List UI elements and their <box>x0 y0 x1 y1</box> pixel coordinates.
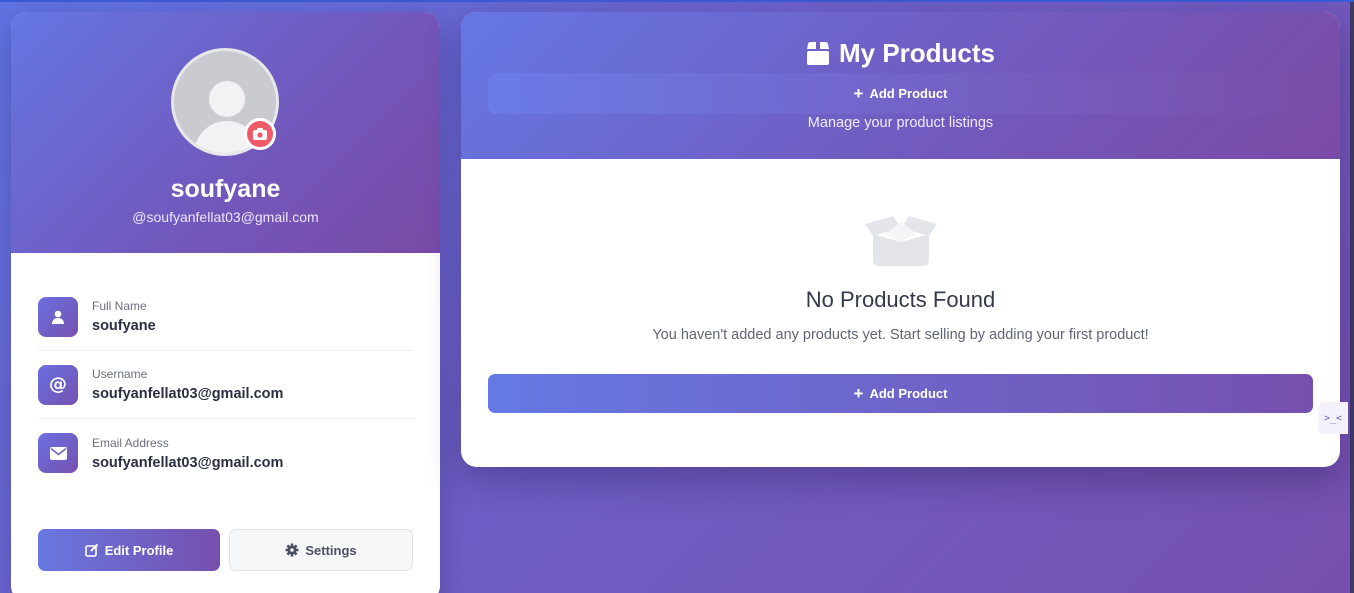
products-header: My Products + Add Product Manage your pr… <box>461 12 1340 159</box>
edit-profile-button[interactable]: Edit Profile <box>38 529 220 571</box>
info-label: Full Name <box>92 299 147 313</box>
user-icon <box>38 296 78 337</box>
info-row-full-name: Full Name soufyane <box>38 283 413 351</box>
header-add-product-label: Add Product <box>869 86 948 101</box>
edit-icon <box>84 543 98 557</box>
info-label: Username <box>92 367 148 381</box>
profile-info-list: Full Name soufyane @ Username soufyanfel… <box>38 283 413 487</box>
empty-title: No Products Found <box>805 287 996 312</box>
add-product-label: Add Product <box>869 386 948 401</box>
add-product-button[interactable]: + Add Product <box>488 374 1313 413</box>
side-widget-label: >_< <box>1323 412 1343 424</box>
profile-name: soufyane <box>170 175 281 203</box>
empty-message: You haven't added any products yet. Star… <box>652 327 1149 343</box>
settings-button[interactable]: Settings <box>229 529 413 571</box>
info-value: soufyanfellat03@gmail.com <box>92 386 284 402</box>
info-row-username: @ Username soufyanfellat03@gmail.com <box>38 351 413 419</box>
window-edge <box>1350 2 1354 593</box>
plus-icon: + <box>853 84 864 103</box>
empty-box-icon <box>865 216 937 266</box>
envelope-icon <box>38 433 78 473</box>
profile-actions: Edit Profile Settings <box>38 529 413 571</box>
box-icon <box>806 42 829 65</box>
products-title-text: My Products <box>838 38 996 68</box>
info-value: soufyanfellat03@gmail.com <box>92 454 284 471</box>
plus-icon: + <box>853 384 864 403</box>
header-add-product-button[interactable]: + Add Product <box>488 73 1313 114</box>
change-avatar-button[interactable] <box>244 118 276 150</box>
page-title: My Products <box>461 38 1340 69</box>
info-value: soufyane <box>92 318 156 334</box>
profile-card: soufyane @soufyanfellat03@gmail.com Full… <box>11 12 440 593</box>
products-subtitle: Manage your product listings <box>807 115 994 131</box>
camera-icon <box>253 128 267 140</box>
info-row-email: Email Address soufyanfellat03@gmail.com <box>38 419 413 487</box>
profile-handle: @soufyanfellat03@gmail.com <box>132 209 319 225</box>
profile-header: soufyane @soufyanfellat03@gmail.com <box>11 12 440 253</box>
at-icon: @ <box>38 364 78 405</box>
gear-icon <box>285 543 299 557</box>
settings-label: Settings <box>305 542 357 558</box>
edit-profile-label: Edit Profile <box>104 542 174 558</box>
side-widget-tab[interactable]: >_< <box>1318 402 1348 434</box>
avatar-container <box>171 48 279 156</box>
products-card: My Products + Add Product Manage your pr… <box>461 12 1340 467</box>
info-label: Email Address <box>92 435 169 450</box>
